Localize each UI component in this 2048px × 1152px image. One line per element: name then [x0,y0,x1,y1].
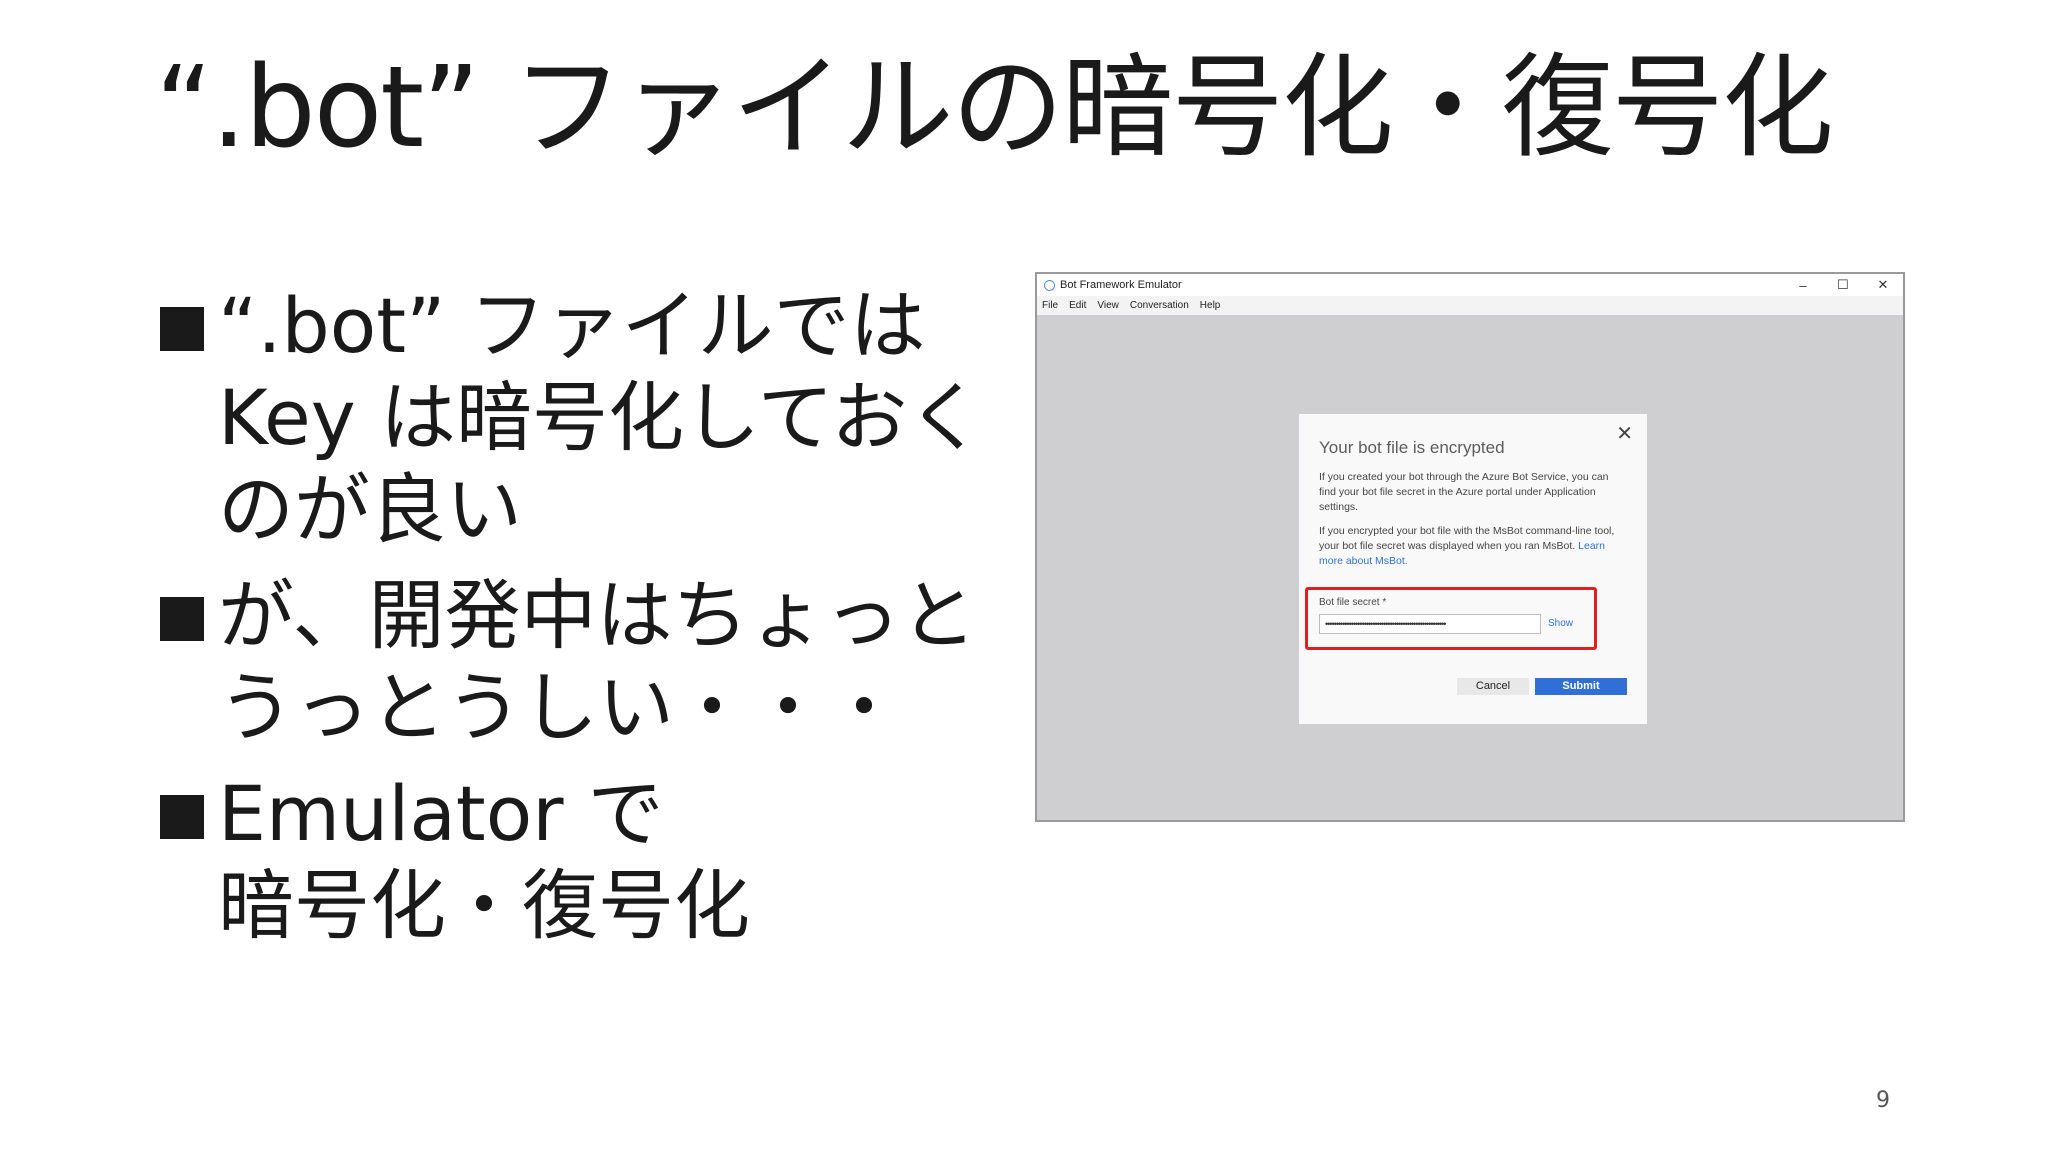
bullet-item: Emulator で 暗号化・復号化 [160,768,1000,952]
dialog-paragraph-text: If you encrypted your bot file with the … [1319,525,1615,552]
bullet-item: “.bot” ファイルでは Key は暗号化しておく のが良い [160,280,1000,556]
bullet-line: “.bot” ファイルでは [218,281,926,370]
menu-edit[interactable]: Edit [1069,300,1086,311]
dialog-paragraph: If you encrypted your bot file with the … [1319,524,1627,569]
show-secret-link[interactable]: Show [1548,618,1573,629]
bullet-line: 暗号化・復号化 [218,861,750,950]
window-title: Bot Framework Emulator [1060,279,1182,291]
bullet-line: が、開発中はちょっと [218,571,977,660]
bot-framework-icon [1044,279,1055,291]
minimize-icon[interactable]: – [1783,274,1823,296]
window-titlebar: Bot Framework Emulator – ☐ ✕ [1037,274,1903,296]
menu-bar: File Edit View Conversation Help [1037,296,1903,315]
maximize-icon[interactable]: ☐ [1823,274,1863,296]
close-icon[interactable]: ✕ [1863,274,1903,296]
bullet-line: Emulator で [218,769,664,858]
emulator-window-screenshot: Bot Framework Emulator – ☐ ✕ File Edit V… [1035,272,1905,822]
encrypted-bot-dialog: ✕ Your bot file is encrypted If you crea… [1299,414,1647,724]
menu-file[interactable]: File [1042,300,1058,311]
dialog-paragraph: If you created your bot through the Azur… [1319,471,1609,513]
page-number: 9 [1876,1088,1890,1113]
dialog-heading: Your bot file is encrypted [1319,438,1505,457]
bullet-line: のが良い [218,465,522,554]
cancel-button[interactable]: Cancel [1457,678,1529,695]
bullet-item: が、開発中はちょっと うっとうしい・・・ [160,570,1000,754]
secret-input[interactable]: ••••••••••••••••••••••••••••••••••••••••… [1319,614,1541,634]
bullet-line: うっとうしい・・・ [218,663,902,752]
square-bullet-icon [160,597,204,641]
menu-help[interactable]: Help [1200,300,1221,311]
dialog-close-icon[interactable]: ✕ [1616,424,1633,444]
square-bullet-icon [160,307,204,351]
submit-button[interactable]: Submit [1535,678,1627,695]
slide-title: “.bot” ファイルの暗号化・復号化 [155,43,1834,173]
bullet-line: Key は暗号化しておく [218,373,984,462]
square-bullet-icon [160,795,204,839]
secret-field-label: Bot file secret * [1319,597,1387,608]
menu-view[interactable]: View [1097,300,1119,311]
bullet-list: “.bot” ファイルでは Key は暗号化しておく のが良い が、開発中はちょ… [160,280,1000,966]
window-controls: – ☐ ✕ [1783,274,1903,296]
menu-conversation[interactable]: Conversation [1130,300,1189,311]
